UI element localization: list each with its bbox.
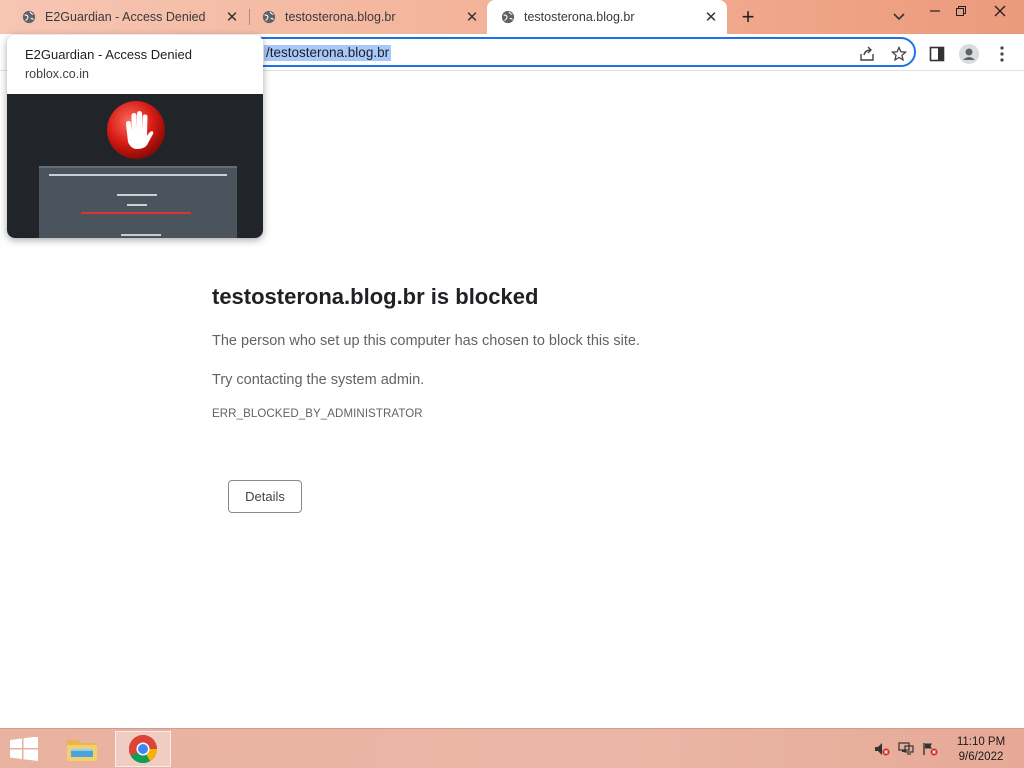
windows-start-icon[interactable] (8, 737, 40, 761)
close-icon[interactable]: ✕ (464, 9, 480, 26)
system-clock[interactable]: 11:10 PM 9/6/2022 (951, 735, 1011, 765)
globe-icon (501, 10, 515, 24)
star-icon[interactable] (890, 45, 908, 63)
tab-testosterona-2[interactable]: testosterona.blog.br ✕ (487, 0, 727, 34)
tab-title: E2Guardian - Access Denied (45, 10, 206, 24)
block-advice: Try contacting the system admin. (212, 372, 425, 388)
close-window-icon[interactable] (980, 0, 1020, 22)
hover-card-domain: roblox.co.in (25, 67, 89, 81)
tab-strip: E2Guardian - Access Denied ✕ testosteron… (0, 0, 1024, 34)
plus-icon[interactable]: + (736, 4, 760, 29)
details-button[interactable]: Details (228, 480, 302, 513)
address-bar[interactable]: /testosterona.blog.br (240, 37, 916, 67)
speaker-muted-icon[interactable] (874, 742, 890, 756)
network-icon[interactable] (898, 742, 914, 756)
clock-date: 9/6/2022 (958, 751, 1004, 763)
close-icon[interactable]: ✕ (703, 9, 719, 26)
share-icon[interactable] (858, 45, 876, 63)
chevron-down-icon[interactable] (887, 7, 911, 27)
chrome-taskbar-button[interactable] (115, 731, 171, 767)
profile-icon[interactable] (958, 43, 980, 65)
tab-testosterona-1[interactable]: testosterona.blog.br ✕ (248, 0, 488, 34)
taskbar: 11:10 PM 9/6/2022 (0, 728, 1024, 768)
hover-card-title: E2Guardian - Access Denied (25, 47, 192, 62)
chrome-icon (129, 735, 157, 763)
close-icon[interactable]: ✕ (224, 9, 240, 26)
stop-hand-icon (107, 101, 165, 159)
action-center-flag-icon[interactable] (922, 742, 938, 756)
globe-icon (22, 10, 36, 24)
hover-card-thumbnail (7, 94, 263, 238)
side-panel-icon[interactable] (926, 43, 948, 65)
blocked-page: testosterona.blog.br is blocked The pers… (212, 283, 772, 420)
tab-title: testosterona.blog.br (285, 10, 396, 24)
error-code: ERR_BLOCKED_BY_ADMINISTRATOR (212, 408, 423, 420)
file-explorer-taskbar-button[interactable] (54, 731, 110, 767)
tab-hover-card: E2Guardian - Access Denied roblox.co.in (7, 35, 263, 238)
clock-time: 11:10 PM (956, 736, 1006, 748)
folder-icon (67, 740, 97, 761)
restore-icon[interactable] (946, 0, 976, 22)
block-explanation: The person who set up this computer has … (212, 333, 640, 349)
tab-e2guardian[interactable]: E2Guardian - Access Denied ✕ (8, 0, 248, 34)
hover-card-thumb-panel (39, 166, 237, 238)
url-text[interactable]: /testosterona.blog.br (264, 45, 392, 61)
kebab-menu-icon[interactable] (991, 43, 1013, 65)
globe-icon (262, 10, 276, 24)
page-title: testosterona.blog.br is blocked (212, 284, 539, 309)
tab-title: testosterona.blog.br (524, 10, 635, 24)
